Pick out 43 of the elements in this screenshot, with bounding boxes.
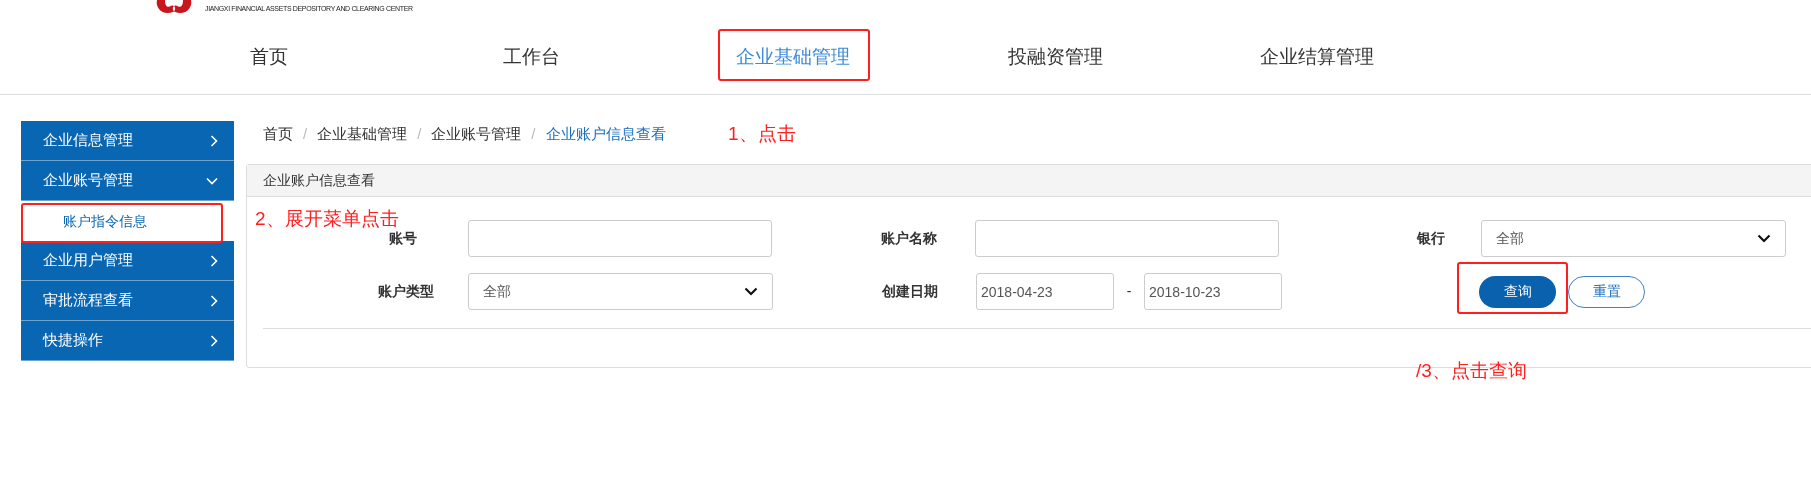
chevron-right-icon [210, 254, 218, 267]
field-label: 创建日期 [882, 282, 939, 301]
sidebar-item[interactable]: 审批流程查看 [21, 281, 234, 321]
nav-tab[interactable]: 投融资管理 [924, 43, 1186, 72]
field-label: 账户名称 [881, 229, 938, 248]
nav-tab[interactable]: 企业基础管理 [662, 43, 924, 72]
breadcrumb-link[interactable]: 企业账号管理 [431, 122, 522, 146]
breadcrumb-link[interactable]: 企业基础管理 [317, 122, 408, 146]
caret-icon [744, 287, 758, 296]
nav-tab[interactable]: 企业结算管理 [1186, 43, 1448, 72]
input-field[interactable] [468, 220, 772, 257]
reset-button[interactable]: 重置 [1568, 275, 1645, 308]
date-field[interactable]: 2018-04-23 [976, 273, 1114, 310]
panel-title: 企业账户信息查看 [263, 171, 375, 190]
sidebar-item[interactable]: 企业账号管理 [21, 161, 234, 201]
breadcrumb-separator: / [417, 123, 422, 144]
annotation-text: 2、展开菜单点击 [255, 207, 399, 231]
field-label: 账户类型 [377, 282, 434, 301]
chevron-down-icon [206, 176, 218, 185]
nav-tab[interactable]: 首页 [138, 43, 400, 72]
select-field[interactable]: 全部 [1481, 220, 1786, 257]
chevron-right-icon [210, 334, 218, 347]
field-label: 账号 [388, 229, 417, 248]
chevron-right-icon [210, 294, 218, 307]
sidebar-item[interactable]: 企业用户管理 [21, 241, 234, 281]
field-label: 银行 [1417, 229, 1446, 248]
date-separator: - [1125, 282, 1133, 301]
annotation-text: 1、点击 [728, 122, 796, 146]
chevron-right-icon [210, 134, 218, 147]
sidebar-item[interactable]: 快捷操作 [21, 321, 234, 361]
date-field[interactable]: 2018-10-23 [1144, 273, 1282, 310]
caret-icon [1757, 234, 1771, 243]
breadcrumb-link[interactable]: 企业账户信息查看 [545, 122, 666, 146]
breadcrumb-separator: / [531, 123, 536, 144]
search-button[interactable]: 查询 [1479, 275, 1556, 308]
nav-tab[interactable]: 工作台 [400, 43, 662, 72]
input-field[interactable] [975, 220, 1279, 257]
select-field[interactable]: 全部 [468, 273, 773, 310]
breadcrumb-separator: / [303, 123, 308, 144]
sidebar-item[interactable]: 企业信息管理 [21, 121, 234, 161]
annotation-text: /3、点击查询 [1416, 359, 1527, 383]
breadcrumb-link[interactable]: 首页 [263, 122, 293, 146]
logo-icon [155, 0, 193, 16]
